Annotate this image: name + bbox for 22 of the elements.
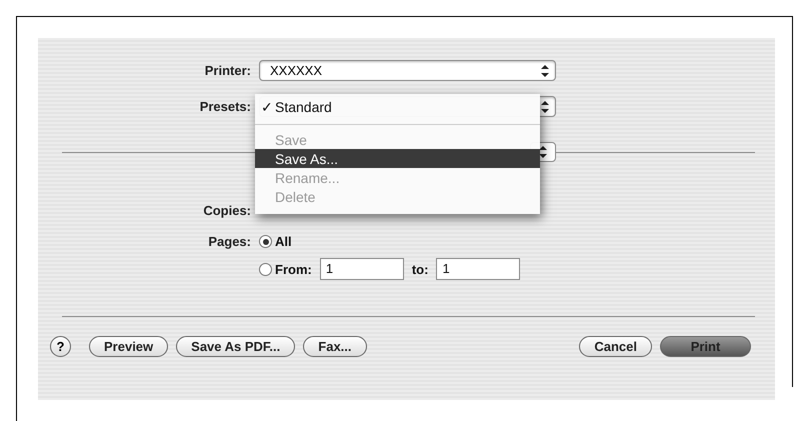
print-button[interactable]: Print bbox=[660, 336, 751, 357]
copies-label: Copies: bbox=[202, 203, 252, 218]
dialog-button[interactable]: Fax... bbox=[303, 336, 367, 357]
stepper-arrows-icon bbox=[539, 146, 547, 158]
presets-label: Presets: bbox=[198, 99, 252, 114]
check-mark: ✓ bbox=[261, 98, 274, 114]
pages-label: Pages: bbox=[207, 234, 252, 249]
cancel-button[interactable]: Cancel bbox=[579, 336, 652, 357]
help-button[interactable]: ? bbox=[50, 336, 71, 357]
radio-option[interactable]: From: bbox=[259, 262, 312, 276]
stepper-arrows-icon bbox=[541, 100, 549, 112]
printer-label: Printer: bbox=[204, 63, 252, 78]
menu-item[interactable]: ✓Standard bbox=[255, 97, 540, 116]
from-page-field[interactable]: 1 bbox=[320, 258, 404, 280]
dialog-button[interactable]: Preview bbox=[89, 336, 168, 357]
stepper-arrows-icon bbox=[541, 64, 549, 76]
to-page-field[interactable]: 1 bbox=[436, 258, 520, 280]
dialog-button[interactable]: Save As PDF... bbox=[176, 336, 296, 357]
printer-popup[interactable]: XXXXXX bbox=[259, 60, 556, 81]
menu-item[interactable]: Save As... bbox=[255, 149, 540, 168]
radio-option[interactable]: All bbox=[259, 234, 292, 249]
to-label: to: bbox=[412, 262, 428, 276]
